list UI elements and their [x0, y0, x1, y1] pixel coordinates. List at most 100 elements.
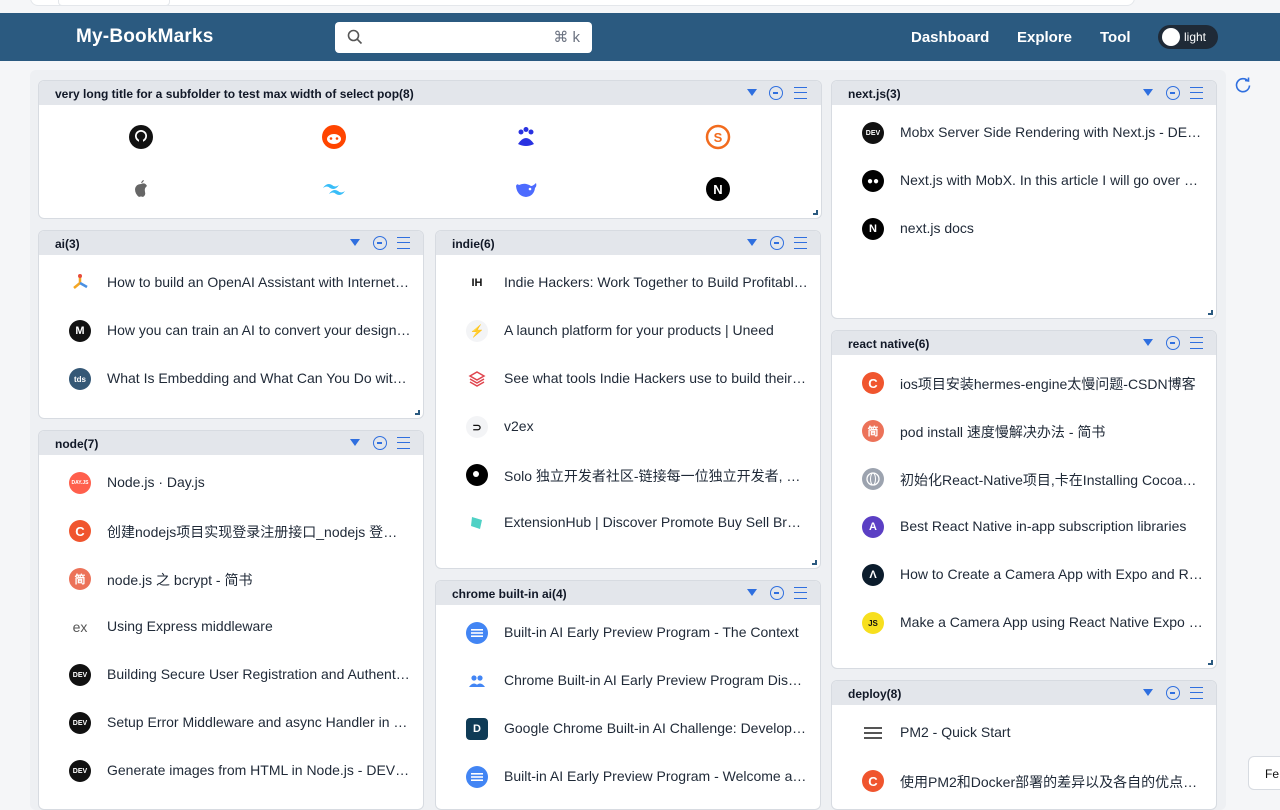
bookmark-item[interactable]: C ios项目安装hermes-engine太慢问题-CSDN博客 — [832, 359, 1216, 407]
bookmark-item[interactable]: See what tools Indie Hackers use to buil… — [436, 355, 820, 403]
menu-icon[interactable] — [397, 237, 410, 249]
bookmark-title: How to build an OpenAI Assistant with In… — [107, 274, 411, 290]
baidu-icon[interactable] — [512, 123, 540, 151]
card-title: next.js(3) — [848, 87, 901, 101]
menu-icon[interactable] — [1190, 337, 1203, 349]
bookmark-item[interactable]: ex Using Express middleware — [39, 603, 423, 651]
bookmark-item[interactable]: PM2 - Quick Start — [832, 709, 1216, 757]
collapse-icon[interactable] — [1166, 686, 1180, 700]
search-input[interactable] — [371, 26, 531, 49]
bookmark-item[interactable]: ExtensionHub | Discover Promote Buy Sell… — [436, 499, 820, 547]
menu-icon[interactable] — [794, 237, 807, 249]
deepseek-icon[interactable] — [512, 175, 540, 203]
bookmark-item[interactable]: DEV Mobx Server Side Rendering with Next… — [832, 109, 1216, 157]
bookmark-item[interactable]: M How you can train an AI to convert you… — [39, 307, 423, 355]
bookmark-item[interactable]: C 创建nodejs项目实现登录注册接口_nodejs 登录注册 — [39, 507, 423, 555]
app-logo[interactable]: My-BookMarks — [76, 26, 214, 48]
bookmark-item[interactable]: A Best React Native in-app subscription … — [832, 503, 1216, 551]
nav-explore[interactable]: Explore — [1017, 29, 1072, 46]
caret-down-icon[interactable] — [747, 89, 757, 96]
card-header: node(7) — [39, 431, 423, 455]
expo-icon: Λ — [862, 564, 884, 586]
bookmark-item[interactable]: DEV Building Secure User Registration an… — [39, 651, 423, 699]
collapse-icon[interactable] — [1166, 336, 1180, 350]
bookmark-item[interactable]: Chrome Built-in AI Early Preview Program… — [436, 657, 820, 705]
jianshu-icon: 简 — [69, 568, 91, 590]
menu-icon[interactable] — [397, 437, 410, 449]
bookmark-title: 初始化React-Native项目,卡在Installing CocoaPods… — [900, 472, 1204, 488]
csdn-icon: C — [862, 770, 884, 792]
bookmark-item[interactable]: tds What Is Embedding and What Can You D… — [39, 355, 423, 403]
bookmark-item[interactable]: N next.js docs — [832, 205, 1216, 253]
bookmark-item[interactable]: D Google Chrome Built-in AI Challenge: D… — [436, 705, 820, 753]
resize-handle[interactable] — [813, 210, 818, 215]
nextjs-icon[interactable]: N — [704, 175, 732, 203]
menu-icon[interactable] — [794, 587, 807, 599]
bookmark-title: Best React Native in-app subscription li… — [900, 518, 1187, 534]
theme-toggle[interactable]: light — [1158, 25, 1218, 49]
sogou-icon[interactable]: S — [704, 123, 732, 151]
nav-dashboard[interactable]: Dashboard — [911, 29, 989, 46]
collapse-icon[interactable] — [373, 236, 387, 250]
bookmark-item[interactable]: ⊃ v2ex — [436, 403, 820, 451]
bookmark-item[interactable]: 简 node.js 之 bcrypt - 简书 — [39, 555, 423, 603]
caret-down-icon[interactable] — [350, 439, 360, 446]
refresh-icon[interactable] — [1234, 76, 1252, 94]
bookmark-item[interactable]: DEV Setup Error Middleware and async Han… — [39, 699, 423, 747]
folder-card-nextjs: next.js(3) DEV Mobx Server Side Renderin… — [831, 80, 1217, 319]
bookmark-item[interactable]: DAY.JS Node.js · Day.js — [39, 459, 423, 507]
card-title: indie(6) — [452, 237, 495, 251]
search-shortcut: ⌘ k — [553, 29, 580, 46]
bookmark-item[interactable]: ●● Next.js with MobX. In this article I … — [832, 157, 1216, 205]
card-header: very long title for a subfolder to test … — [39, 81, 821, 105]
caret-down-icon[interactable] — [350, 239, 360, 246]
folder-card-indie: indie(6) IH Indie Hackers: Work Together… — [435, 230, 821, 569]
collapse-icon[interactable] — [770, 236, 784, 250]
bookmark-item[interactable]: How to build an OpenAI Assistant with In… — [39, 259, 423, 307]
resize-handle[interactable] — [1208, 660, 1213, 665]
apple-icon[interactable] — [127, 175, 155, 203]
resize-handle[interactable] — [1208, 310, 1213, 315]
resize-handle[interactable] — [812, 560, 817, 565]
caret-down-icon[interactable] — [1143, 689, 1153, 696]
caret-down-icon[interactable] — [747, 589, 757, 596]
menu-icon[interactable] — [794, 87, 807, 99]
feedback-button[interactable]: Fe — [1248, 756, 1280, 790]
nav-tool[interactable]: Tool — [1100, 29, 1131, 46]
caret-down-icon[interactable] — [1143, 89, 1153, 96]
bookmark-item[interactable]: Built-in AI Early Preview Program - Welc… — [436, 753, 820, 801]
bookmark-item[interactable]: 初始化React-Native项目,卡在Installing CocoaPods… — [832, 455, 1216, 503]
bookmark-item[interactable]: JS Make a Camera App using React Native … — [832, 599, 1216, 647]
menu-icon[interactable] — [1190, 687, 1203, 699]
bookmark-item[interactable]: IH Indie Hackers: Work Together to Build… — [436, 259, 820, 307]
bookmark-title: 创建nodejs项目实现登录注册接口_nodejs 登录注册 — [107, 524, 411, 540]
top-strip — [0, 0, 1280, 13]
caret-down-icon[interactable] — [747, 239, 757, 246]
resize-handle[interactable] — [415, 410, 420, 415]
collapse-icon[interactable] — [769, 86, 783, 100]
bookmark-item[interactable]: 简 pod install 速度慢解决办法 - 简书 — [832, 407, 1216, 455]
bookmark-title: See what tools Indie Hackers use to buil… — [504, 370, 808, 386]
collapse-icon[interactable] — [1166, 86, 1180, 100]
folder-card-node: node(7) DAY.JS Node.js · Day.js C 创建node… — [38, 430, 424, 810]
bookmark-item[interactable]: Solo 独立开发者社区-链接每一位独立开发者, 构建独立开发生态 — [436, 451, 820, 499]
tailwind-icon[interactable] — [320, 175, 348, 203]
svg-text:S: S — [714, 130, 723, 145]
menu-icon[interactable] — [1190, 87, 1203, 99]
bookmark-item[interactable]: Built-in AI Early Preview Program - The … — [436, 609, 820, 657]
bookmark-title: How to Create a Camera App with Expo and… — [900, 566, 1204, 582]
github-icon[interactable] — [127, 123, 155, 151]
collapse-icon[interactable] — [770, 586, 784, 600]
bookmark-item[interactable]: Λ How to Create a Camera App with Expo a… — [832, 551, 1216, 599]
reddit-icon[interactable] — [320, 123, 348, 151]
caret-down-icon[interactable] — [1143, 339, 1153, 346]
medium-icon: ●● — [862, 170, 884, 192]
collapse-icon[interactable] — [373, 436, 387, 450]
bookmark-title: Indie Hackers: Work Together to Build Pr… — [504, 274, 808, 290]
bookmark-item[interactable]: C 使用PM2和Docker部署的差异以及各自的优点和缺点 — [832, 757, 1216, 805]
card-title: ai(3) — [55, 237, 80, 251]
bookmark-item[interactable]: DEV Generate images from HTML in Node.js… — [39, 747, 423, 795]
bookmark-item[interactable]: ⚡ A launch platform for your products | … — [436, 307, 820, 355]
search-box[interactable]: ⌘ k — [335, 22, 592, 53]
card-title: react native(6) — [848, 337, 930, 351]
